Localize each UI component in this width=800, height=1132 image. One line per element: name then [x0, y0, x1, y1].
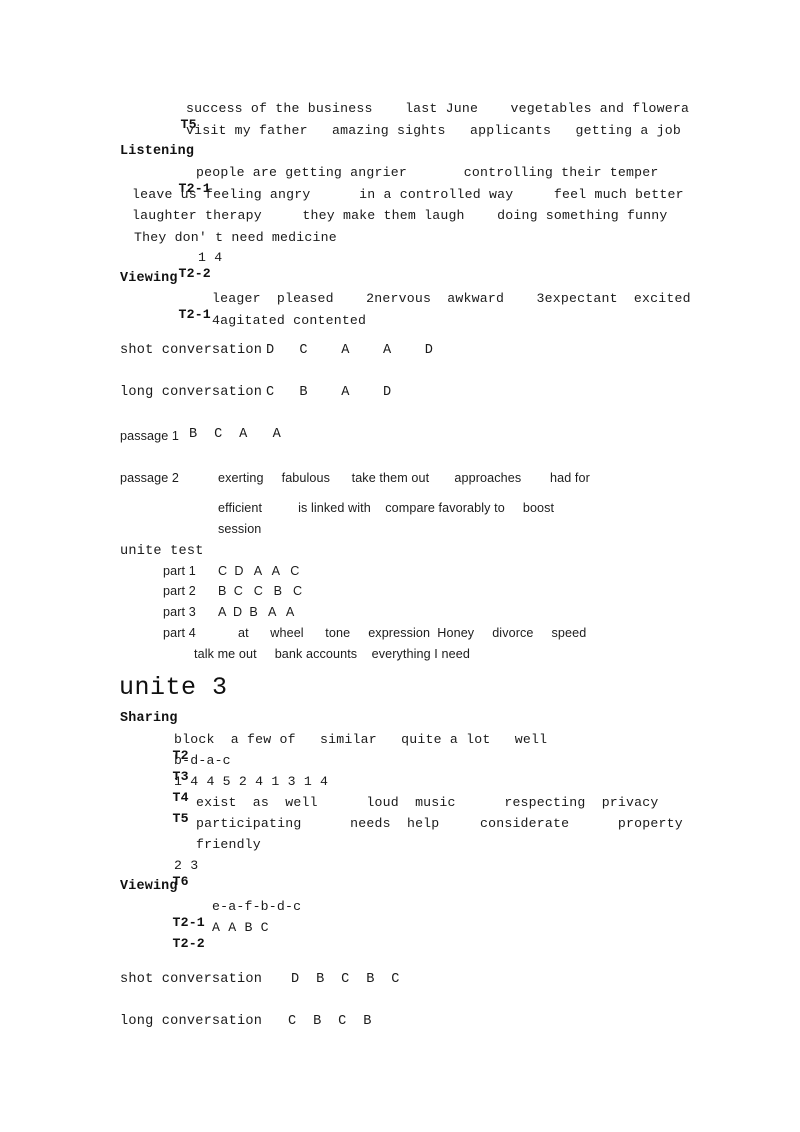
unite-test-part-3-label: part 3	[163, 605, 196, 619]
unit3-sharing-t6-answers: 2 3	[174, 858, 199, 873]
unit3-sharing-t5-line-3: friendly	[196, 837, 261, 852]
listening-t2-1-line-1: people are getting angrier controlling t…	[196, 165, 659, 180]
unit2-passage2-label: passage 2	[120, 471, 180, 485]
listening-t2-2-answers: 1 4	[198, 250, 223, 265]
viewing-unit2-t2-1-line-2: 4agitated contented	[212, 313, 367, 328]
unit2-long-conversation-answers: C B A D	[266, 385, 392, 400]
unit3-sharing-t2-answers: block a few of similar quite a lot well	[174, 732, 548, 747]
unit3-long-conversation-answers: C B C B	[288, 1014, 372, 1029]
unit2-shot-conversation-label: shot conversation	[120, 343, 263, 358]
unit3-viewing-t2-2-answers: A A B C	[212, 920, 269, 935]
listening-t2-2-label: T2-2	[178, 266, 211, 281]
unit3-sharing-t5-label-text: T5	[172, 811, 189, 826]
unit3-long-conversation-label: long conversation	[120, 1014, 263, 1029]
unite-test-part-4-answers: at wheel tone expression Honey divorce s…	[238, 626, 587, 640]
unite-test-part-2-answers: B C C B C	[218, 584, 303, 598]
unit3-sharing-heading: Sharing	[120, 711, 178, 726]
document-page: T5 success of the business last June veg…	[0, 0, 800, 1132]
t5-line-1: success of the business last June vegeta…	[186, 101, 690, 116]
viewing-unit2-t2-1-label: T2-1	[178, 307, 211, 322]
unit3-sharing-t5-answers: exist as well loud music respecting priv…	[196, 795, 659, 810]
unite-test-part-1-answers: C D A A C	[218, 564, 300, 578]
unite-test-part-2-label: part 2	[163, 584, 196, 598]
unit2-passage2-row-1: exerting fabulous take them out approach…	[218, 471, 590, 485]
unit3-title: unite 3	[119, 673, 228, 702]
unit2-passage2-row-2: efficient is linked with compare favorab…	[218, 501, 555, 515]
viewing-unit2-t2-1-line-1: leager pleased 2nervous awkward 3expecta…	[212, 291, 691, 306]
unit3-viewing-t2-2-label-text: T2-2	[172, 936, 205, 951]
unit2-passage1-label: passage 1	[120, 429, 180, 443]
unit3-sharing-t3-answers: b-d-a-c	[174, 753, 231, 768]
unit3-sharing-t4-answers: 1 4 4 5 2 4 1 3 1 4	[174, 774, 329, 789]
unit3-shot-conversation-answers: D B C B C	[291, 972, 400, 987]
listening-t2-1-line-3: laughter therapy they make them laugh do…	[132, 208, 668, 223]
unit3-shot-conversation-label: shot conversation	[120, 972, 263, 987]
unite-test-part-3-answers: A D B A A	[218, 605, 295, 619]
unite-test-part-1-label: part 1	[163, 564, 196, 578]
listening-t2-1-line-4: They don' t need medicine	[134, 230, 337, 245]
unit2-long-conversation-label: long conversation	[120, 385, 263, 400]
listening-heading: Listening	[120, 144, 195, 159]
viewing-unit2-t2-1-label-row: T2-1	[146, 291, 211, 339]
unit2-passage1-answers: B C A A	[189, 427, 281, 442]
unit3-sharing-t5-line-2: participating needs help considerate pro…	[196, 816, 683, 831]
unite-test-part-4-label: part 4	[163, 626, 196, 640]
t5-line-2: visit my father amazing sights applicant…	[186, 123, 681, 138]
unit2-passage2-row-3: session	[218, 522, 262, 536]
unit2-shot-conversation-answers: D C A A D	[266, 343, 434, 358]
unite-test-part-4-line-2: talk me out bank accounts everything I n…	[194, 647, 470, 661]
unit3-sharing-t5-label: T5	[140, 795, 189, 843]
viewing-unit2-heading: Viewing	[120, 271, 178, 286]
unit3-viewing-t2-2-label: T2-2	[140, 920, 205, 968]
listening-t2-1-line-2: leave us feeling angry in a controlled w…	[132, 187, 684, 202]
unite-test-heading: unite test	[120, 544, 204, 559]
unit3-viewing-t2-1-answers: e-a-f-b-d-c	[212, 899, 302, 914]
unit3-viewing-heading: Viewing	[120, 879, 178, 894]
